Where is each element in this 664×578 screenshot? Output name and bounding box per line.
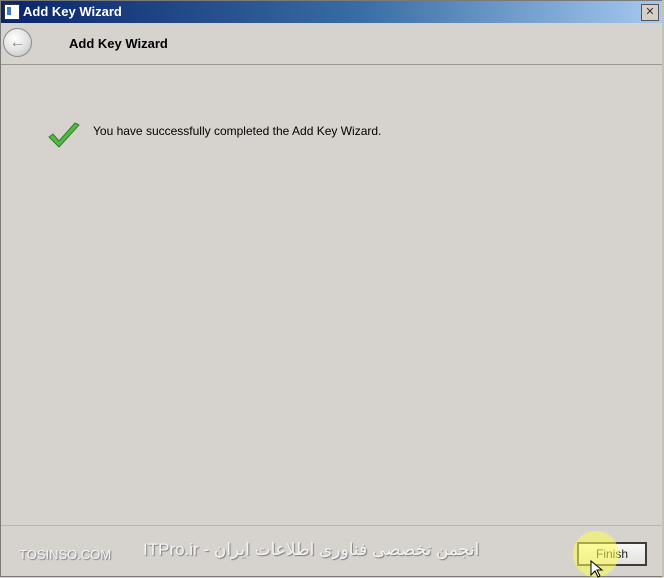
- app-icon: [4, 4, 20, 20]
- back-button[interactable]: ←: [3, 28, 32, 57]
- close-button[interactable]: ✕: [641, 4, 659, 21]
- window-title: Add Key Wizard: [23, 4, 122, 19]
- checkmark-icon: [48, 122, 80, 148]
- watermark-site: TOSINSO.COM: [19, 547, 112, 562]
- footer-divider: [1, 525, 663, 526]
- completion-message: You have successfully completed the Add …: [93, 124, 382, 138]
- wizard-title: Add Key Wizard: [69, 36, 168, 51]
- watermark-text: ITPro.ir - انجمن تخصصی فناوری اطلاعات ای…: [143, 540, 480, 559]
- wizard-window: Add Key Wizard ✕ ← Add Key Wizard You ha…: [0, 0, 664, 577]
- title-bar[interactable]: Add Key Wizard ✕: [1, 1, 663, 23]
- mouse-cursor-icon: [590, 560, 604, 578]
- finish-button[interactable]: Finish: [577, 542, 647, 566]
- wizard-header: ← Add Key Wizard: [1, 23, 663, 65]
